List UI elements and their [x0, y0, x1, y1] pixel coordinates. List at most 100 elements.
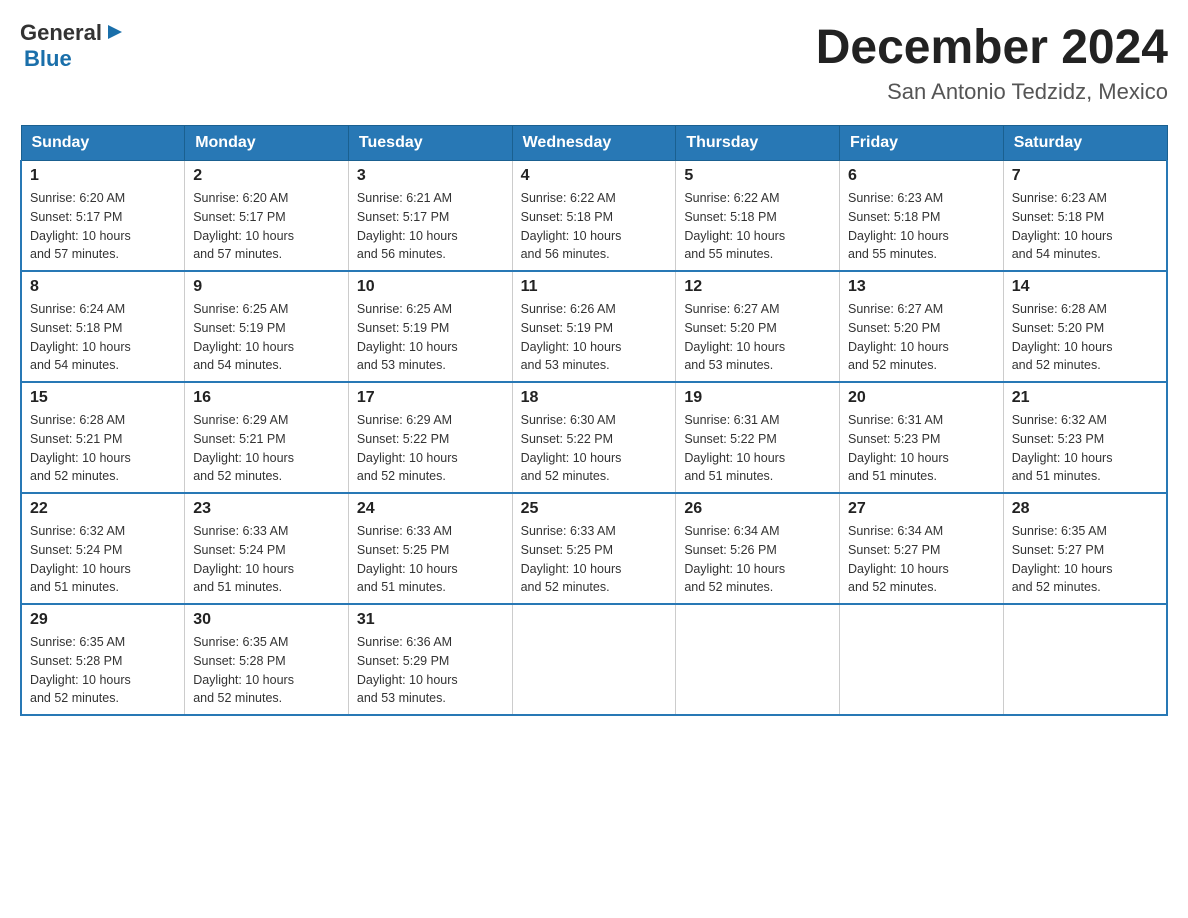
day-cell: 6 Sunrise: 6:23 AM Sunset: 5:18 PM Dayli… — [840, 161, 1004, 272]
day-cell: 1 Sunrise: 6:20 AM Sunset: 5:17 PM Dayli… — [21, 161, 185, 272]
day-cell: 29 Sunrise: 6:35 AM Sunset: 5:28 PM Dayl… — [21, 604, 185, 715]
calendar-title: December 2024 — [816, 20, 1168, 75]
day-number: 26 — [684, 500, 831, 518]
logo-arrow-icon — [104, 21, 126, 43]
week-row-3: 15 Sunrise: 6:28 AM Sunset: 5:21 PM Dayl… — [21, 382, 1167, 493]
day-info: Sunrise: 6:30 AM Sunset: 5:22 PM Dayligh… — [521, 411, 668, 486]
day-cell: 11 Sunrise: 6:26 AM Sunset: 5:19 PM Dayl… — [512, 271, 676, 382]
day-number: 27 — [848, 500, 995, 518]
day-cell: 5 Sunrise: 6:22 AM Sunset: 5:18 PM Dayli… — [676, 161, 840, 272]
day-info: Sunrise: 6:27 AM Sunset: 5:20 PM Dayligh… — [848, 300, 995, 375]
week-row-1: 1 Sunrise: 6:20 AM Sunset: 5:17 PM Dayli… — [21, 161, 1167, 272]
day-number: 2 — [193, 167, 340, 185]
day-cell: 4 Sunrise: 6:22 AM Sunset: 5:18 PM Dayli… — [512, 161, 676, 272]
day-info: Sunrise: 6:26 AM Sunset: 5:19 PM Dayligh… — [521, 300, 668, 375]
day-info: Sunrise: 6:31 AM Sunset: 5:23 PM Dayligh… — [848, 411, 995, 486]
day-cell: 27 Sunrise: 6:34 AM Sunset: 5:27 PM Dayl… — [840, 493, 1004, 604]
header-wednesday: Wednesday — [512, 126, 676, 161]
day-cell — [676, 604, 840, 715]
page-header: General Blue December 2024 San Antonio T… — [20, 20, 1168, 105]
day-info: Sunrise: 6:32 AM Sunset: 5:23 PM Dayligh… — [1012, 411, 1158, 486]
day-cell: 26 Sunrise: 6:34 AM Sunset: 5:26 PM Dayl… — [676, 493, 840, 604]
day-cell: 7 Sunrise: 6:23 AM Sunset: 5:18 PM Dayli… — [1003, 161, 1167, 272]
day-info: Sunrise: 6:27 AM Sunset: 5:20 PM Dayligh… — [684, 300, 831, 375]
day-number: 23 — [193, 500, 340, 518]
day-cell: 25 Sunrise: 6:33 AM Sunset: 5:25 PM Dayl… — [512, 493, 676, 604]
day-cell: 3 Sunrise: 6:21 AM Sunset: 5:17 PM Dayli… — [348, 161, 512, 272]
day-number: 24 — [357, 500, 504, 518]
day-info: Sunrise: 6:32 AM Sunset: 5:24 PM Dayligh… — [30, 522, 176, 597]
logo: General Blue — [20, 20, 126, 72]
week-row-5: 29 Sunrise: 6:35 AM Sunset: 5:28 PM Dayl… — [21, 604, 1167, 715]
day-info: Sunrise: 6:35 AM Sunset: 5:27 PM Dayligh… — [1012, 522, 1158, 597]
day-number: 30 — [193, 611, 340, 629]
day-info: Sunrise: 6:24 AM Sunset: 5:18 PM Dayligh… — [30, 300, 176, 375]
day-number: 17 — [357, 389, 504, 407]
title-area: December 2024 San Antonio Tedzidz, Mexic… — [816, 20, 1168, 105]
day-number: 22 — [30, 500, 176, 518]
day-number: 16 — [193, 389, 340, 407]
day-info: Sunrise: 6:34 AM Sunset: 5:26 PM Dayligh… — [684, 522, 831, 597]
calendar-header-row: SundayMondayTuesdayWednesdayThursdayFrid… — [21, 126, 1167, 161]
header-thursday: Thursday — [676, 126, 840, 161]
day-cell: 28 Sunrise: 6:35 AM Sunset: 5:27 PM Dayl… — [1003, 493, 1167, 604]
day-info: Sunrise: 6:25 AM Sunset: 5:19 PM Dayligh… — [193, 300, 340, 375]
day-number: 29 — [30, 611, 176, 629]
day-cell: 9 Sunrise: 6:25 AM Sunset: 5:19 PM Dayli… — [185, 271, 349, 382]
day-number: 14 — [1012, 278, 1158, 296]
day-number: 8 — [30, 278, 176, 296]
calendar-table: SundayMondayTuesdayWednesdayThursdayFrid… — [20, 125, 1168, 716]
header-tuesday: Tuesday — [348, 126, 512, 161]
day-info: Sunrise: 6:36 AM Sunset: 5:29 PM Dayligh… — [357, 633, 504, 708]
day-cell: 18 Sunrise: 6:30 AM Sunset: 5:22 PM Dayl… — [512, 382, 676, 493]
logo-blue-text: Blue — [24, 46, 72, 72]
day-number: 1 — [30, 167, 176, 185]
day-number: 3 — [357, 167, 504, 185]
day-number: 28 — [1012, 500, 1158, 518]
day-number: 15 — [30, 389, 176, 407]
day-info: Sunrise: 6:20 AM Sunset: 5:17 PM Dayligh… — [193, 189, 340, 264]
day-info: Sunrise: 6:29 AM Sunset: 5:21 PM Dayligh… — [193, 411, 340, 486]
day-number: 11 — [521, 278, 668, 296]
day-number: 9 — [193, 278, 340, 296]
week-row-4: 22 Sunrise: 6:32 AM Sunset: 5:24 PM Dayl… — [21, 493, 1167, 604]
header-sunday: Sunday — [21, 126, 185, 161]
day-info: Sunrise: 6:20 AM Sunset: 5:17 PM Dayligh… — [30, 189, 176, 264]
day-info: Sunrise: 6:33 AM Sunset: 5:24 PM Dayligh… — [193, 522, 340, 597]
day-number: 19 — [684, 389, 831, 407]
logo-general-text: General — [20, 20, 102, 46]
day-info: Sunrise: 6:35 AM Sunset: 5:28 PM Dayligh… — [193, 633, 340, 708]
day-info: Sunrise: 6:22 AM Sunset: 5:18 PM Dayligh… — [521, 189, 668, 264]
day-cell: 2 Sunrise: 6:20 AM Sunset: 5:17 PM Dayli… — [185, 161, 349, 272]
day-cell: 23 Sunrise: 6:33 AM Sunset: 5:24 PM Dayl… — [185, 493, 349, 604]
day-cell: 10 Sunrise: 6:25 AM Sunset: 5:19 PM Dayl… — [348, 271, 512, 382]
day-cell: 13 Sunrise: 6:27 AM Sunset: 5:20 PM Dayl… — [840, 271, 1004, 382]
day-info: Sunrise: 6:33 AM Sunset: 5:25 PM Dayligh… — [357, 522, 504, 597]
day-cell: 20 Sunrise: 6:31 AM Sunset: 5:23 PM Dayl… — [840, 382, 1004, 493]
day-number: 20 — [848, 389, 995, 407]
day-info: Sunrise: 6:22 AM Sunset: 5:18 PM Dayligh… — [684, 189, 831, 264]
header-monday: Monday — [185, 126, 349, 161]
day-info: Sunrise: 6:33 AM Sunset: 5:25 PM Dayligh… — [521, 522, 668, 597]
day-info: Sunrise: 6:28 AM Sunset: 5:20 PM Dayligh… — [1012, 300, 1158, 375]
day-info: Sunrise: 6:28 AM Sunset: 5:21 PM Dayligh… — [30, 411, 176, 486]
week-row-2: 8 Sunrise: 6:24 AM Sunset: 5:18 PM Dayli… — [21, 271, 1167, 382]
day-info: Sunrise: 6:21 AM Sunset: 5:17 PM Dayligh… — [357, 189, 504, 264]
day-number: 31 — [357, 611, 504, 629]
day-cell: 17 Sunrise: 6:29 AM Sunset: 5:22 PM Dayl… — [348, 382, 512, 493]
day-cell: 22 Sunrise: 6:32 AM Sunset: 5:24 PM Dayl… — [21, 493, 185, 604]
day-cell: 14 Sunrise: 6:28 AM Sunset: 5:20 PM Dayl… — [1003, 271, 1167, 382]
day-cell: 21 Sunrise: 6:32 AM Sunset: 5:23 PM Dayl… — [1003, 382, 1167, 493]
day-number: 10 — [357, 278, 504, 296]
day-info: Sunrise: 6:31 AM Sunset: 5:22 PM Dayligh… — [684, 411, 831, 486]
day-number: 25 — [521, 500, 668, 518]
day-info: Sunrise: 6:25 AM Sunset: 5:19 PM Dayligh… — [357, 300, 504, 375]
day-number: 6 — [848, 167, 995, 185]
header-friday: Friday — [840, 126, 1004, 161]
day-cell: 8 Sunrise: 6:24 AM Sunset: 5:18 PM Dayli… — [21, 271, 185, 382]
calendar-subtitle: San Antonio Tedzidz, Mexico — [816, 79, 1168, 105]
day-cell: 31 Sunrise: 6:36 AM Sunset: 5:29 PM Dayl… — [348, 604, 512, 715]
day-number: 12 — [684, 278, 831, 296]
day-info: Sunrise: 6:35 AM Sunset: 5:28 PM Dayligh… — [30, 633, 176, 708]
day-cell: 30 Sunrise: 6:35 AM Sunset: 5:28 PM Dayl… — [185, 604, 349, 715]
